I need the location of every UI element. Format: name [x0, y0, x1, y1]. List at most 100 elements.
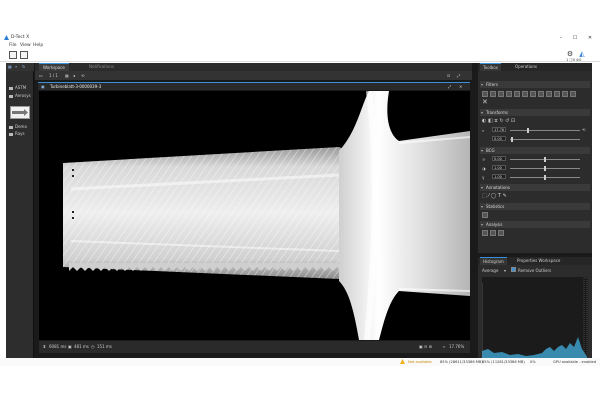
second-slider-thumb[interactable]	[511, 137, 513, 142]
zoom-level[interactable]: 17.76%	[449, 344, 464, 349]
filter-button[interactable]	[498, 91, 504, 97]
tab-operations[interactable]: Operations	[512, 63, 540, 71]
gamma-slider-thumb[interactable]	[544, 175, 546, 180]
left-navigator: ▦ ⌕ ↻ ASTM Aerosys Demo Rays	[6, 63, 34, 366]
gpu-status: GPU available - enabled	[553, 360, 596, 364]
nav-item-demo[interactable]: Demo	[9, 124, 27, 129]
nav-item-aerosys[interactable]: Aerosys	[9, 93, 31, 98]
workspace-statusbar: ⧗ 6081 ms ▣ 481 ms ◷ 151 ms ▣ ⊟ ⊞ ⌕ 17.7…	[39, 341, 470, 353]
zoom-controls-icon[interactable]: ▣ ⊟ ⊞	[419, 344, 432, 349]
tab-toolbox[interactable]: Toolbox	[480, 63, 501, 71]
sync-icon[interactable]: ⟲	[81, 72, 84, 79]
zoom-icon: ⌕	[443, 344, 446, 349]
filter-button[interactable]	[522, 91, 528, 97]
filter-button[interactable]	[514, 91, 520, 97]
tab-properties-workspace[interactable]: Properties Workspace	[514, 257, 563, 265]
menu-view[interactable]: View	[20, 42, 31, 49]
annotation-tools-icon[interactable]: ⬚ ⁄ ◯ T ✎	[482, 193, 507, 199]
filter-button[interactable]	[562, 91, 568, 97]
tab-histogram[interactable]: Histogram	[480, 257, 507, 265]
window-title: D-Tect X	[11, 35, 30, 40]
memory-usage: 85% (28611/33386 MB)	[440, 360, 483, 364]
gear-icon[interactable]: ⚙	[566, 50, 574, 58]
tab-notifications[interactable]: Notifications	[85, 63, 118, 71]
rotation-input[interactable]: 17.76	[492, 127, 506, 132]
folder-icon	[9, 94, 13, 98]
image-tabbar: ▣ Turbineblatt-3-0000039-3 ⤢ ✕	[38, 82, 470, 90]
transform-tools-icon[interactable]: ◐ ◧ ⧖ ↻ ↺ ⊡	[482, 118, 515, 124]
grid-view-icon[interactable]: ▦	[8, 64, 12, 69]
expand-icon[interactable]: ⤢	[448, 83, 451, 90]
section-annotations[interactable]: ▾ Annotations	[480, 184, 590, 191]
section-filters[interactable]: ▾ Filters	[480, 81, 590, 88]
filter-button[interactable]	[490, 91, 496, 97]
tab-workspace[interactable]: Workspace	[39, 63, 69, 71]
nav-item-rays[interactable]: Rays	[9, 131, 25, 136]
disk-icon: ▣	[68, 344, 72, 349]
image-thumbnail[interactable]	[10, 106, 30, 119]
prev-icon[interactable]: ◂	[73, 72, 75, 79]
brightness-input[interactable]: 0.00	[492, 156, 506, 161]
reset-icon[interactable]: ⟲	[582, 127, 585, 132]
filter-button[interactable]	[506, 91, 512, 97]
clear-filter-icon[interactable]: ✕	[482, 98, 488, 106]
filter-button[interactable]	[554, 91, 560, 97]
close-image-icon[interactable]: ✕	[459, 83, 462, 90]
analysis-button[interactable]	[482, 230, 488, 236]
contrast-slider-thumb[interactable]	[544, 166, 546, 171]
second-slider-track[interactable]	[510, 139, 580, 140]
chevron-down-icon: ▾	[481, 204, 484, 209]
gamma-input[interactable]: 1.00	[492, 174, 506, 179]
maximize-button[interactable]: ☐	[568, 34, 582, 42]
filter-button[interactable]	[530, 91, 536, 97]
new-workspace-button[interactable]	[9, 51, 17, 59]
open-image-button[interactable]	[20, 51, 28, 59]
chevron-down-icon: ▾	[481, 148, 484, 153]
nav-item-label: ASTM	[15, 85, 27, 90]
filter-button[interactable]	[482, 91, 488, 97]
histogram-tabbar: Histogram Properties Workspace	[478, 257, 592, 265]
filter-button[interactable]	[538, 91, 544, 97]
xray-image-viewport[interactable]	[39, 91, 470, 340]
contrast-input[interactable]: 1.00	[492, 165, 506, 170]
rotation-slider-thumb[interactable]	[527, 128, 529, 133]
dropdown-icon[interactable]: ▾	[504, 268, 506, 273]
nav-item-label: Demo	[15, 124, 27, 129]
gamma-icon: γ	[482, 175, 485, 180]
section-analysis[interactable]: ▾ Analysis	[480, 221, 590, 228]
fullscreen-icon[interactable]: ⤢	[457, 72, 460, 79]
histogram-chart[interactable]	[481, 276, 588, 360]
brand-logo-icon: ◭	[579, 50, 585, 58]
section-transforms[interactable]: ▾ Transforms	[480, 109, 590, 116]
layout-icon[interactable]: ▭	[39, 72, 43, 79]
chevron-down-icon: ▾	[481, 185, 484, 190]
histogram-panel: Histogram Properties Workspace Average ▾…	[478, 257, 592, 366]
section-bcg[interactable]: ▾ BCG	[480, 147, 590, 154]
filter-button[interactable]	[570, 91, 576, 97]
second-transform-input[interactable]: 0.00	[492, 136, 506, 141]
analysis-button[interactable]	[498, 230, 504, 236]
lock-icon[interactable]: ⊡	[447, 72, 450, 79]
section-statistics[interactable]: ▾ Statistics	[480, 203, 590, 210]
section-title: Analysis	[486, 222, 503, 227]
remove-outliers-checkbox[interactable]	[511, 267, 516, 272]
search-icon[interactable]: ⌕	[15, 64, 17, 69]
menu-help[interactable]: Help	[33, 42, 43, 49]
cpu-usage: 0%	[530, 360, 536, 364]
minimize-button[interactable]: –	[554, 34, 568, 42]
grid-icon[interactable]: ▦	[65, 72, 69, 79]
refresh-icon[interactable]: ↻	[22, 64, 25, 69]
brightness-slider-thumb[interactable]	[544, 157, 546, 162]
section-title: Annotations	[486, 185, 511, 190]
close-button[interactable]: ✕	[583, 34, 597, 42]
menu-file[interactable]: File	[9, 42, 17, 49]
histogram-mode[interactable]: Average	[482, 268, 498, 273]
rotation-slider-track[interactable]	[510, 130, 580, 131]
analysis-button[interactable]	[490, 230, 496, 236]
nav-item-astm[interactable]: ASTM	[9, 85, 26, 90]
section-title: Transforms	[486, 110, 508, 115]
nav-item-label: Aerosys	[15, 93, 31, 98]
statistics-button[interactable]	[482, 212, 488, 218]
filter-button[interactable]	[546, 91, 552, 97]
image-tab-title[interactable]: Turbineblatt-3-0000039-3	[50, 83, 101, 91]
